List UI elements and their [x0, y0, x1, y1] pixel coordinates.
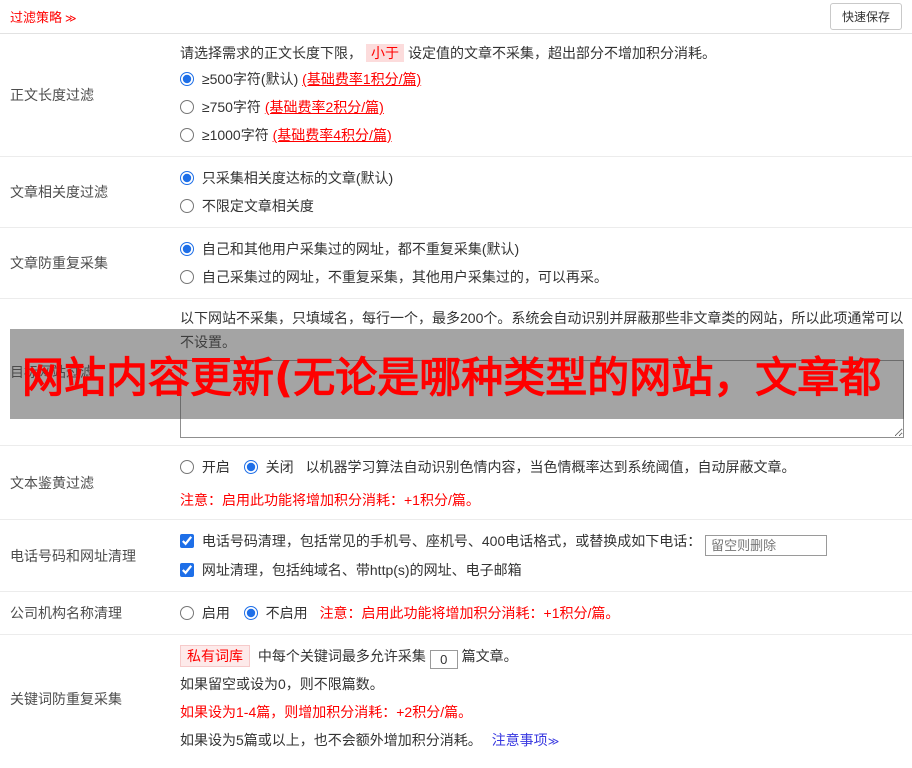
less-than-highlight: 小于 — [366, 44, 404, 62]
section-label: 文章防重复采集 — [10, 255, 108, 271]
radio-option-750[interactable]: ≥750字符 (基础费率2积分/篇) — [180, 93, 904, 121]
radio-option-1000[interactable]: ≥1000字符 (基础费率4积分/篇) — [180, 121, 904, 149]
section-porn-filter: 文本鉴黄过滤 开启 关闭 以机器学习算法自动识别色情内容，当色情概率达到系统阈值… — [0, 446, 912, 520]
body-length-750-radio[interactable] — [180, 100, 194, 114]
topbar: 过滤策略 ≫ 快速保存 — [0, 0, 912, 34]
checkbox-option-url-cleanup[interactable]: 网址清理，包括纯域名、带http(s)的网址、电子邮箱 — [180, 562, 522, 578]
chevron-double-icon: ≫ — [65, 13, 77, 25]
section-dedup-collection: 文章防重复采集 自己和其他用户采集过的网址，都不重复采集(默认) 自己采集过的网… — [0, 228, 912, 299]
radio-option-porn-on[interactable]: 开启 — [180, 459, 234, 475]
replacement-phone-input[interactable] — [705, 535, 828, 556]
page-title-text: 过滤策略 — [10, 10, 63, 25]
body-length-intro: 请选择需求的正文长度下限， 小于 设定值的文章不采集，超出部分不增加积分消耗。 — [180, 41, 904, 65]
private-thesaurus-badge[interactable]: 私有词库 — [180, 645, 250, 667]
section-label: 正文长度过滤 — [10, 87, 94, 103]
radio-label: ≥750字符 — [201, 99, 265, 115]
intro-text-after: 设定值的文章不采集，超出部分不增加积分消耗。 — [408, 45, 716, 61]
keyword-rule-5plus: 如果设为5篇或以上，也不会额外增加积分消耗。 — [180, 732, 482, 748]
url-cleanup-checkbox[interactable] — [180, 563, 194, 577]
dedup-self-radio[interactable] — [180, 270, 194, 284]
dedup-global-radio[interactable] — [180, 242, 194, 256]
notice-link[interactable]: 注意事项≫ — [492, 732, 560, 748]
section-label: 公司机构名称清理 — [10, 605, 122, 621]
radio-option-porn-off[interactable]: 关闭 — [243, 459, 298, 475]
checkbox-label: 电话号码清理，包括常见的手机号、座机号、400电话格式，或替换成如下电话： — [201, 533, 702, 549]
relevance-any-radio[interactable] — [180, 199, 194, 213]
radio-label: 开启 — [201, 459, 230, 475]
radio-label: 不限定文章相关度 — [201, 198, 314, 214]
porn-on-radio[interactable] — [180, 460, 194, 474]
keyword-rule-zero: 如果留空或设为0，则不限篇数。 — [180, 676, 384, 692]
section-phone-url-cleanup: 电话号码和网址清理 电话号码清理，包括常见的手机号、座机号、400电话格式，或替… — [0, 520, 912, 592]
fee-note: (基础费率2积分/篇) — [264, 99, 384, 115]
radio-label: 自己采集过的网址，不重复采集，其他用户采集过的，可以再采。 — [201, 269, 608, 285]
keyword-count-input[interactable] — [429, 650, 458, 669]
radio-label: ≥1000字符 — [201, 127, 273, 143]
porn-off-radio[interactable] — [243, 460, 258, 474]
body-length-1000-radio[interactable] — [180, 128, 194, 142]
section-keyword-dedup: 关键词防重复采集 私有词库 中每个关键词最多允许采集 篇文章。 如果留空或设为0… — [0, 635, 912, 763]
radio-label: 启用 — [201, 605, 230, 621]
radio-label: 关闭 — [265, 459, 294, 475]
company-enable-radio[interactable] — [180, 606, 194, 620]
radio-label: 自己和其他用户采集过的网址，都不重复采集(默认) — [201, 241, 520, 257]
section-target-site-filter: 目标网站过滤 以下网站不采集，只填域名，每行一个，最多200个。系统会自动识别并… — [0, 299, 912, 446]
checkbox-label: 网址清理，包括纯域名、带http(s)的网址、电子邮箱 — [201, 562, 522, 578]
radio-option-self-dedup[interactable]: 自己采集过的网址，不重复采集，其他用户采集过的，可以再采。 — [180, 263, 904, 291]
fee-note: (基础费率4积分/篇) — [272, 127, 392, 143]
porn-filter-warning: 注意：启用此功能将增加积分消耗：+1积分/篇。 — [180, 492, 480, 508]
radio-option-relevant-only[interactable]: 只采集相关度达标的文章(默认) — [180, 164, 904, 192]
section-company-name-cleanup: 公司机构名称清理 启用 不启用 注意：启用此功能将增加积分消耗：+1积分/篇。 — [0, 592, 912, 635]
radio-option-global-dedup[interactable]: 自己和其他用户采集过的网址，都不重复采集(默认) — [180, 235, 904, 263]
site-filter-intro: 以下网站不采集，只填域名，每行一个，最多200个。系统会自动识别并屏蔽那些非文章… — [180, 310, 904, 350]
section-relevance-filter: 文章相关度过滤 只采集相关度达标的文章(默认) 不限定文章相关度 — [0, 157, 912, 228]
quick-save-button[interactable]: 快速保存 — [829, 3, 902, 30]
radio-option-company-disable[interactable]: 不启用 — [243, 605, 312, 621]
radio-option-500[interactable]: ≥500字符(默认) (基础费率1积分/篇) — [180, 65, 904, 93]
notice-link-text: 注意事项 — [491, 732, 548, 748]
company-disable-radio[interactable] — [243, 606, 258, 620]
body-length-500-radio[interactable] — [180, 72, 194, 86]
radio-label: ≥500字符(默认) — [201, 71, 303, 87]
company-cleanup-warning: 注意：启用此功能将增加积分消耗：+1积分/篇。 — [319, 605, 620, 621]
keyword-rule-1-4: 如果设为1-4篇，则增加积分消耗：+2积分/篇。 — [180, 704, 473, 720]
radio-option-no-limit[interactable]: 不限定文章相关度 — [180, 192, 904, 220]
section-label: 文章相关度过滤 — [10, 184, 108, 200]
section-body-length-filter: 正文长度过滤 请选择需求的正文长度下限， 小于 设定值的文章不采集，超出部分不增加积… — [0, 34, 912, 157]
fee-note: (基础费率1积分/篇) — [302, 71, 422, 87]
section-label: 电话号码和网址清理 — [10, 547, 136, 564]
chevron-double-icon: ≫ — [547, 736, 560, 748]
intro-text-before: 请选择需求的正文长度下限， — [180, 45, 362, 61]
section-label: 目标网站过滤 — [10, 364, 94, 380]
section-label: 文本鉴黄过滤 — [10, 474, 94, 491]
radio-option-company-enable[interactable]: 启用 — [180, 605, 234, 621]
relevance-strict-radio[interactable] — [180, 171, 194, 185]
page-title: 过滤策略 ≫ — [10, 7, 77, 26]
section-label: 关键词防重复采集 — [10, 691, 122, 707]
radio-label: 不启用 — [265, 605, 308, 621]
site-blacklist-textarea[interactable] — [180, 360, 904, 438]
radio-label: 只采集相关度达标的文章(默认) — [201, 170, 394, 186]
keyword-limit-text: 中每个关键词最多允许采集 — [257, 648, 426, 664]
porn-filter-description: 以机器学习算法自动识别色情内容，当色情概率达到系统阈值，自动屏蔽文章。 — [305, 459, 796, 475]
phone-cleanup-checkbox[interactable] — [180, 534, 194, 548]
checkbox-option-phone-cleanup[interactable]: 电话号码清理，包括常见的手机号、座机号、400电话格式，或替换成如下电话： — [180, 533, 705, 549]
keyword-limit-text-end: 篇文章。 — [461, 648, 518, 664]
